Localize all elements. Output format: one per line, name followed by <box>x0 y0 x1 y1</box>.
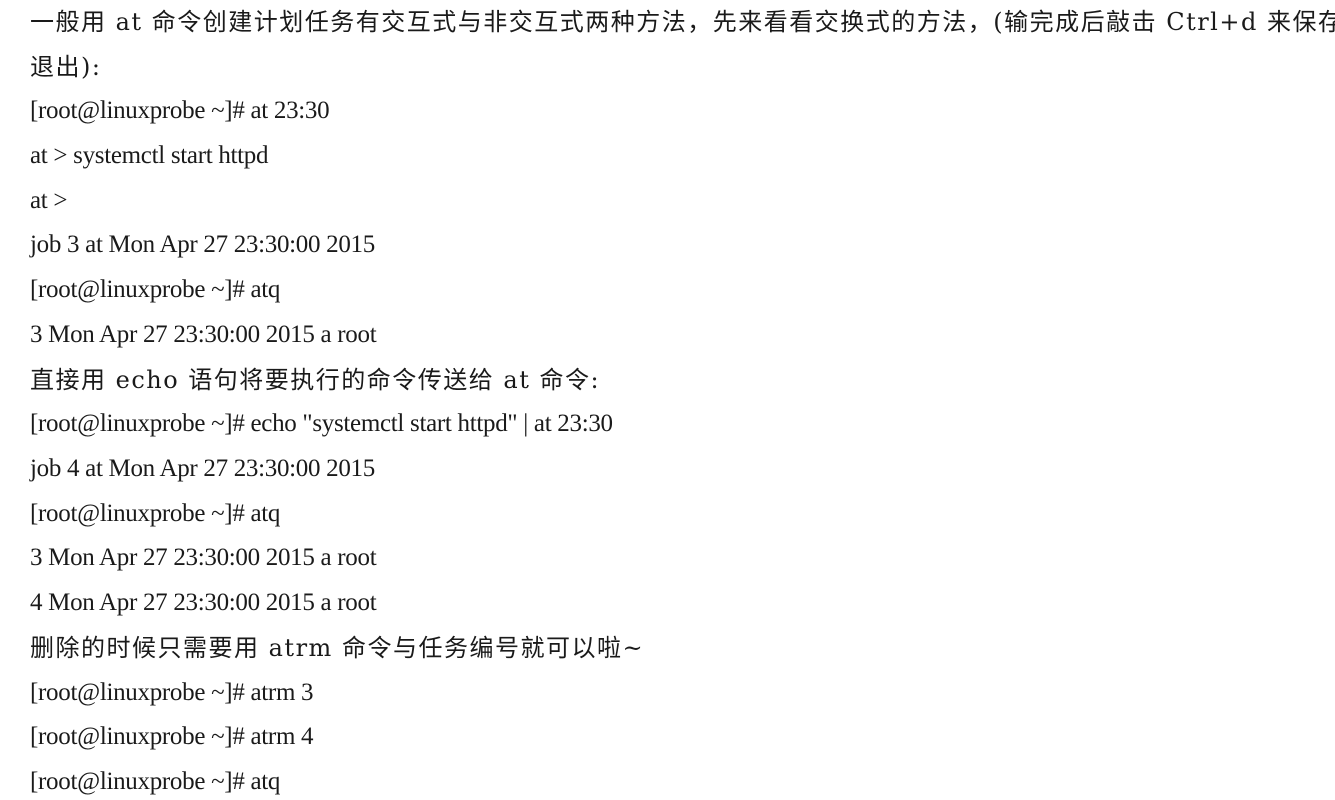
shell-line: at > <box>30 187 68 214</box>
shell-line: job 3 at Mon Apr 27 23:30:00 2015 <box>30 231 375 258</box>
shell-line: [root@linuxprobe ~]# atq <box>30 500 281 527</box>
intro-paragraph-line-2: 退出): <box>30 53 102 81</box>
shell-line: at > systemctl start httpd <box>30 142 269 169</box>
shell-line: 3 Mon Apr 27 23:30:00 2015 a root <box>30 321 377 348</box>
intro-paragraph-line-1: 一般用 at 命令创建计划任务有交互式与非交互式两种方法，先来看看交换式的方法，… <box>30 8 1335 36</box>
atrm-explanation: 删除的时候只需要用 atrm 命令与任务编号就可以啦~ <box>30 634 645 662</box>
shell-line: 3 Mon Apr 27 23:30:00 2015 a root <box>30 544 377 571</box>
shell-line: job 4 at Mon Apr 27 23:30:00 2015 <box>30 455 375 482</box>
shell-line: [root@linuxprobe ~]# atrm 4 <box>30 723 314 750</box>
shell-line: [root@linuxprobe ~]# atrm 3 <box>30 679 314 706</box>
shell-line: [root@linuxprobe ~]# atq <box>30 276 281 303</box>
echo-explanation: 直接用 echo 语句将要执行的命令传送给 at 命令: <box>30 366 601 394</box>
shell-line: [root@linuxprobe ~]# echo "systemctl sta… <box>30 410 613 437</box>
shell-line: 4 Mon Apr 27 23:30:00 2015 a root <box>30 589 377 616</box>
shell-line: [root@linuxprobe ~]# atq <box>30 768 281 795</box>
shell-line: [root@linuxprobe ~]# at 23:30 <box>30 97 330 124</box>
